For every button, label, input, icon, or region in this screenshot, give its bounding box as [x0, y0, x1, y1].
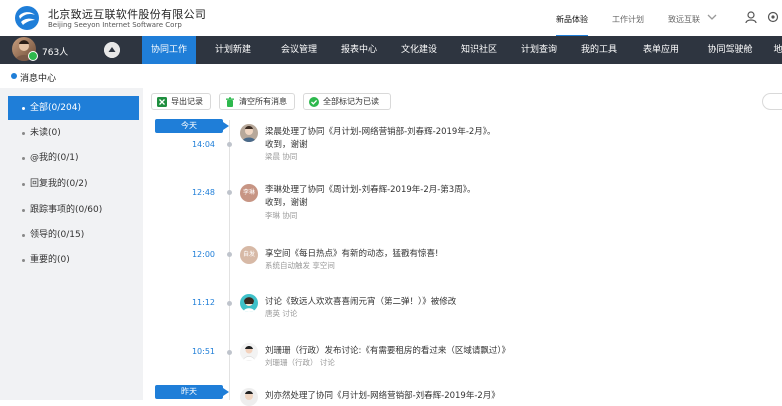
breadcrumb: 消息中心: [0, 64, 782, 88]
mark-read-label: 全部标记为已读: [323, 97, 379, 106]
filter-label: 回复我的(0/2): [30, 179, 88, 189]
nav-cockpit[interactable]: 协同驾驶舱: [694, 36, 766, 64]
entry-meta: 刘珊珊（行政） 讨论: [265, 358, 335, 367]
clear-label: 清空所有消息: [239, 97, 287, 106]
filter-label: 跟踪事项的(0/60): [30, 205, 103, 215]
timeline-dot: [227, 142, 232, 147]
timeline-line: [229, 120, 230, 400]
entry-avatar[interactable]: [240, 124, 258, 142]
person-photo-icon: [243, 297, 255, 312]
entry-avatar[interactable]: [240, 294, 258, 312]
message-toolbar: 导出记录 清空所有消息 全部标记为已读: [143, 88, 782, 116]
search-input[interactable]: [762, 93, 782, 110]
bullet-icon: [22, 259, 25, 262]
dropdown-arrow-icon[interactable]: [705, 10, 719, 24]
check-circle-icon: [309, 97, 319, 107]
filter-label: @我的(0/1): [30, 153, 79, 163]
nav-toggle-icon[interactable]: [104, 42, 120, 58]
filter-label: 领导的(0/15): [30, 230, 85, 240]
entry-time: 10:51: [191, 347, 215, 356]
export-records-button[interactable]: 导出记录: [151, 93, 211, 110]
bullet-icon: [22, 107, 25, 110]
entry-time: 12:00: [191, 250, 215, 259]
filter-tracked[interactable]: 跟踪事项的(0/60): [8, 198, 139, 222]
message-timeline: 今天 14:04 梁晨处理了协同《月计划-网络营销部-刘春辉-2019年-2月》…: [143, 116, 782, 406]
main-nav-bar: 763人 协同工作 计划新建 会议管理 报表中心 文化建设 知识社区 计划查询 …: [0, 36, 782, 64]
bullet-icon: [22, 157, 25, 160]
person-photo-icon: [242, 346, 256, 361]
nav-new-plan[interactable]: 计划新建: [204, 36, 262, 64]
day-badge-yesterday: 昨天: [155, 385, 229, 399]
settings-gear-icon[interactable]: [766, 10, 780, 24]
bullet-icon: [22, 234, 25, 237]
excel-icon: [157, 97, 167, 107]
entry-title[interactable]: 李琳处理了协同《周计划-刘春辉-2019年-2月-第3周》。: [265, 183, 475, 195]
online-status-badge: [28, 51, 38, 61]
mark-all-read-button[interactable]: 全部标记为已读: [303, 93, 391, 110]
nav-culture[interactable]: 文化建设: [390, 36, 448, 64]
filter-label: 未读(0): [30, 128, 61, 138]
bullet-icon: [22, 132, 25, 135]
filter-label: 重要的(0): [30, 255, 70, 265]
entry-title[interactable]: 梁晨处理了协同《月计划-网络营销部-刘春辉-2019年-2月》。: [265, 125, 496, 137]
top-link-seeyon[interactable]: 致远互联: [668, 14, 700, 25]
nav-meeting[interactable]: 会议管理: [270, 36, 328, 64]
entry-title[interactable]: 讨论《致远人欢欢喜喜闹元宵（第二弹！）》被修改: [265, 295, 456, 307]
nav-collaboration[interactable]: 协同工作: [142, 36, 196, 64]
filter-mentions[interactable]: @我的(0/1): [8, 146, 139, 170]
bullet-icon: [22, 183, 25, 186]
entry-time: 12:48: [191, 188, 215, 197]
user-profile-icon[interactable]: [744, 10, 758, 24]
top-link-work-plan[interactable]: 工作计划: [612, 14, 644, 25]
entry-meta: 系统自动触发 享空间: [265, 261, 335, 270]
top-header: 北京致远互联软件股份有限公司 Beijing Seeyon Internet S…: [0, 0, 782, 37]
day-badge-today: 今天: [155, 119, 229, 133]
entry-time: 11:12: [191, 298, 215, 307]
export-label: 导出记录: [171, 97, 203, 106]
user-area: 763人: [0, 36, 142, 64]
entry-meta: 李琳 协同: [265, 211, 298, 220]
entry-avatar[interactable]: 李琳: [240, 184, 258, 202]
timeline-dot: [227, 301, 232, 306]
filter-all[interactable]: 全部(0/204): [8, 96, 139, 120]
page-title: 消息中心: [20, 74, 57, 84]
company-name-cn: 北京致远互联软件股份有限公司: [48, 8, 207, 21]
entry-avatar[interactable]: 自发: [240, 246, 258, 264]
bullet-icon: [22, 209, 25, 212]
trash-icon: [226, 97, 234, 107]
clear-messages-button[interactable]: 清空所有消息: [219, 93, 295, 110]
person-photo-icon: [242, 126, 256, 142]
entry-time: 14:04: [191, 140, 215, 149]
message-filter-sidebar: 全部(0/204) 未读(0) @我的(0/1) 回复我的(0/2) 跟踪事项的…: [0, 88, 143, 400]
nav-form-apps[interactable]: 表单应用: [630, 36, 692, 64]
entry-body: 收到，谢谢: [265, 198, 308, 208]
filter-leaders[interactable]: 领导的(0/15): [8, 223, 139, 247]
entry-title[interactable]: 刘亦然处理了协同《月计划-网络营销部-刘春辉-2019年-2月》: [265, 389, 500, 401]
seeyon-logo-icon: [15, 6, 39, 30]
timeline-dot: [227, 252, 232, 257]
nav-plan-query[interactable]: 计划查询: [510, 36, 568, 64]
nav-my-tools[interactable]: 我的工具: [570, 36, 628, 64]
nav-knowledge[interactable]: 知识社区: [450, 36, 508, 64]
company-name-en: Beijing Seeyon Internet Software Corp: [48, 21, 182, 29]
person-photo-icon: [245, 391, 253, 400]
entry-title[interactable]: 享空间《每日热点》有新的动态，猛戳有惊喜!: [265, 247, 438, 259]
filter-important[interactable]: 重要的(0): [8, 248, 139, 272]
nav-more[interactable]: 地: [768, 36, 782, 64]
breadcrumb-dot-icon: [11, 73, 17, 79]
filter-unread[interactable]: 未读(0): [8, 121, 139, 145]
timeline-dot: [227, 350, 232, 355]
filter-label: 全部(0/204): [30, 103, 81, 113]
entry-avatar[interactable]: [240, 343, 258, 361]
entry-title[interactable]: 刘珊珊（行政）发布讨论:《有需要租房的看过来（区域请飘过）》: [265, 344, 510, 356]
filter-replies[interactable]: 回复我的(0/2): [8, 172, 139, 196]
top-link-new-experience[interactable]: 新品体验: [556, 14, 588, 37]
entry-body: 收到，谢谢: [265, 140, 308, 150]
entry-meta: 唐英 讨论: [265, 309, 298, 318]
timeline-dot: [227, 190, 232, 195]
entry-meta: 梁晨 协同: [265, 152, 298, 161]
entry-avatar[interactable]: [240, 388, 258, 406]
nav-reports[interactable]: 报表中心: [330, 36, 388, 64]
user-count: 763人: [42, 48, 69, 58]
